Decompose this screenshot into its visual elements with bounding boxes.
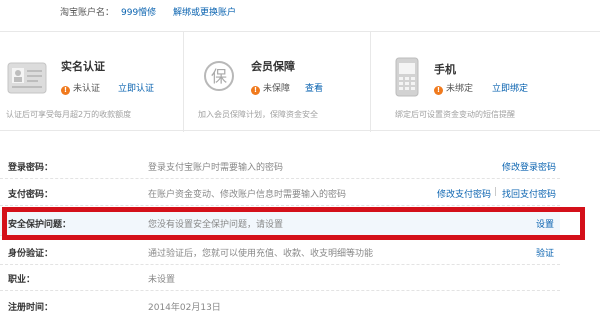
warning-icon: ! <box>434 86 443 95</box>
verify-identity-link[interactable]: 验证 <box>536 246 554 259</box>
shield-bao-glyph: 保 <box>211 67 227 86</box>
card-title: 会员保障 <box>251 60 295 73</box>
modify-payment-password-link[interactable]: 修改支付密码 <box>437 187 491 200</box>
card-description: 加入会员保障计划，保障资金安全 <box>198 110 318 119</box>
id-card-icon <box>7 62 47 97</box>
view-protection-link[interactable]: 查看 <box>305 81 323 94</box>
recover-payment-password-link[interactable]: 找回支付密码 <box>502 187 556 200</box>
card-status-text: 未保障 <box>263 84 291 94</box>
row-description: 通过验证后，您就可以使用充值、收款、收支明细等功能 <box>148 249 374 259</box>
row-login-password: 登录密码： 登录支付宝账户时需要输入的密码 修改登录密码 <box>0 153 560 179</box>
row-label: 身份验证： <box>8 249 54 259</box>
warning-icon: ! <box>251 86 260 95</box>
card-status: ! 未保障 <box>251 81 290 95</box>
row-description: 2014年02月13日 <box>148 303 221 313</box>
account-bar: 淘宝账户名： 999憎修 解绑或更换账户 <box>0 0 600 26</box>
card-real-name: 实名认证 ! 未认证 立即认证 认证后可享受每月超2万的收款额度 <box>0 32 183 132</box>
row-description: 登录支付宝账户时需要输入的密码 <box>148 163 284 173</box>
row-payment-password: 支付密码： 在账户资金变动、修改账户信息时需要输入的密码 修改支付密码 | 找回… <box>0 180 560 206</box>
row-label: 登录密码： <box>8 163 54 173</box>
card-status: ! 未绑定 <box>434 81 473 95</box>
modify-login-password-link[interactable]: 修改登录密码 <box>502 160 556 173</box>
verify-now-link[interactable]: 立即认证 <box>118 81 154 94</box>
row-identity-verification: 身份验证： 通过验证后，您就可以使用充值、收款、收支明细等功能 验证 <box>0 239 560 265</box>
highlight-annotation-box <box>2 207 585 240</box>
bind-mobile-link[interactable]: 立即绑定 <box>492 81 528 94</box>
row-occupation: 职业： 未设置 <box>0 265 560 291</box>
row-description: 在账户资金变动、修改账户信息时需要输入的密码 <box>148 190 347 200</box>
row-label: 注册时间： <box>8 303 54 313</box>
mobile-phone-icon <box>395 57 419 100</box>
unbind-account-link[interactable]: 解绑或更换账户 <box>173 5 236 18</box>
card-description: 绑定后可设置资金变动的短信提醒 <box>395 110 515 119</box>
row-label: 职业： <box>8 275 36 285</box>
card-status: ! 未认证 <box>61 81 100 95</box>
card-description: 认证后可享受每月超2万的收款额度 <box>6 110 132 119</box>
card-status-text: 未绑定 <box>446 84 474 94</box>
card-mobile: 手机 ! 未绑定 立即绑定 绑定后可设置资金变动的短信提醒 <box>370 32 600 132</box>
account-label: 淘宝账户名： <box>60 8 115 18</box>
warning-icon: ! <box>61 86 70 95</box>
row-description: 未设置 <box>148 275 176 285</box>
card-title: 实名认证 <box>61 60 105 73</box>
row-registration-time: 注册时间： 2014年02月13日 <box>0 293 560 319</box>
card-status-text: 未认证 <box>73 84 101 94</box>
card-title: 手机 <box>434 63 456 76</box>
card-member-protection: 保 会员保障 ! 未保障 查看 加入会员保障计划，保障资金安全 <box>183 32 370 132</box>
row-label: 支付密码： <box>8 190 54 200</box>
account-name-link[interactable]: 999憎修 <box>121 5 156 18</box>
shield-bao-icon: 保 <box>203 60 235 95</box>
security-cards: 实名认证 ! 未认证 立即认证 认证后可享受每月超2万的收款额度 保 会员保障 !… <box>0 31 600 132</box>
action-separator: | <box>494 187 498 197</box>
